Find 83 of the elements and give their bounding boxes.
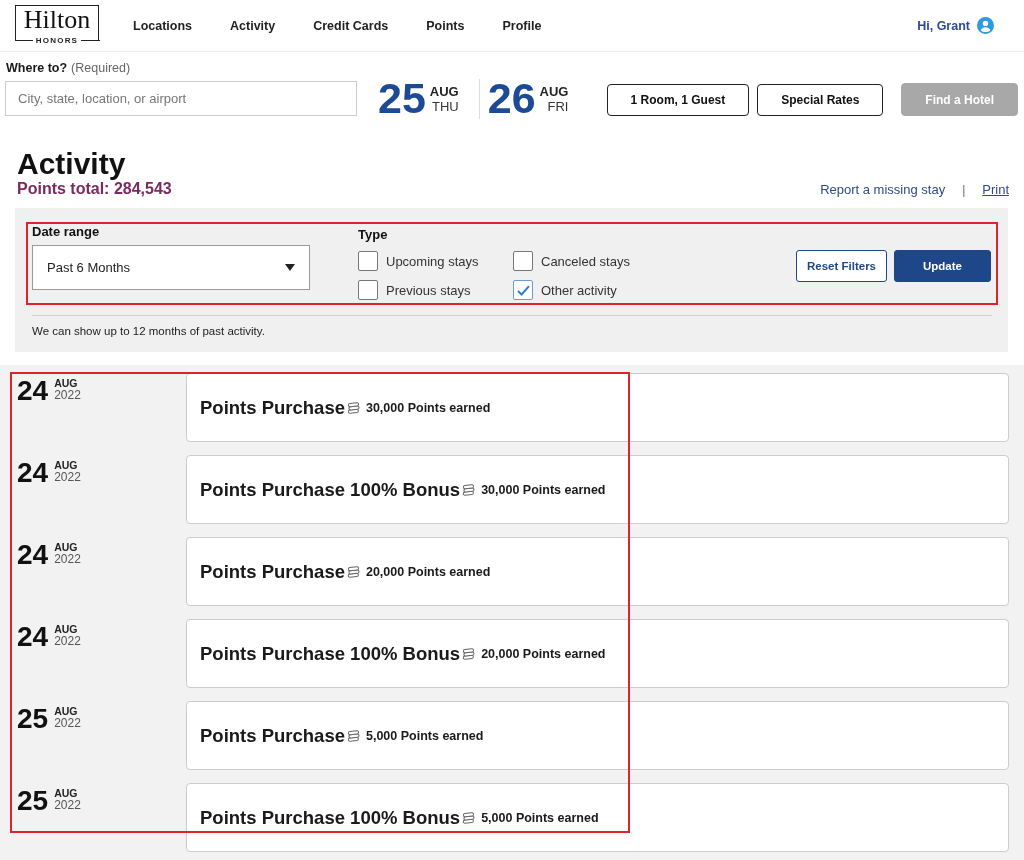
entry-month: AUG [54, 377, 79, 389]
filter-note: We can show up to 12 months of past activity. [32, 324, 265, 338]
coins-icon [346, 729, 360, 742]
search-option-button[interactable]: Special Rates [757, 84, 884, 116]
activity-card[interactable]: Points Purchase 100% Bonus 30,000 Points earned [186, 455, 1009, 524]
activity-card[interactable]: Points Purchase 100% Bonus 5,000 Points earned [186, 783, 1009, 852]
nav-link[interactable]: Activity [230, 18, 276, 33]
field-label: Date range [32, 224, 100, 239]
user-icon [977, 17, 994, 34]
activity-card[interactable]: Points Purchase 100% Bonus 20,000 Points earned [186, 619, 1009, 688]
page-title: Activity [17, 147, 126, 181]
field-label: Type [358, 227, 388, 242]
entry-day: 24 [17, 624, 49, 650]
checkbox-label: Other activity [541, 282, 617, 298]
nav-link[interactable]: Profile [502, 18, 542, 33]
points-total: Points total: 284,543 [17, 180, 172, 198]
activity-title: Points Purchase 100% Bonus [200, 806, 461, 829]
reset-button[interactable]: Reset Filters [796, 250, 887, 282]
nav-link[interactable]: Locations [133, 18, 193, 33]
activity-title: Points Purchase [200, 560, 345, 583]
entry-year: 2022 [54, 635, 81, 648]
entry-year: 2022 [54, 553, 81, 566]
points-earned: 5,000 Points earned [481, 810, 599, 825]
entry-day: 24 [17, 378, 49, 404]
activity-card[interactable]: Points Purchase 30,000 Points earned [186, 373, 1009, 442]
date-weekday: THU [432, 98, 459, 114]
entry-day: 25 [17, 706, 49, 732]
logo-wordmark: Hilton [23, 6, 91, 33]
points-earned: 5,000 Points earned [365, 728, 484, 743]
update-button[interactable]: Update [894, 250, 991, 282]
destination-field[interactable]: City, state, location, or airport [5, 81, 357, 116]
required-hint: (Required) [71, 61, 131, 75]
checkbox[interactable] [358, 251, 378, 271]
date-month: AUG [539, 83, 569, 99]
checkbox[interactable] [513, 280, 533, 300]
points-earned: 30,000 Points earned [365, 400, 491, 415]
search-option-button[interactable]: 1 Room, 1 Guest [606, 84, 750, 116]
checkbox[interactable] [358, 280, 378, 300]
date-weekday: FRI [547, 98, 569, 114]
caret-icon [285, 264, 295, 271]
activity-title: Points Purchase [200, 724, 345, 747]
entry-year: 2022 [54, 471, 81, 484]
entry-month: AUG [54, 459, 79, 471]
field-label: Where to? [6, 61, 68, 75]
entry-month: AUG [54, 705, 79, 717]
coins-icon [346, 401, 360, 414]
activity-title: Points Purchase 100% Bonus [200, 478, 461, 501]
entry-month: AUG [54, 787, 79, 799]
check-icon [516, 284, 530, 296]
date-day: 26 [487, 77, 536, 120]
entry-day: 24 [17, 460, 49, 486]
activity-card[interactable]: Points Purchase 5,000 Points earned [186, 701, 1009, 770]
entry-day: 25 [17, 788, 49, 814]
checkbox-label: Canceled stays [541, 253, 630, 269]
date-month: AUG [429, 83, 459, 99]
entry-month: AUG [54, 623, 79, 635]
activity-card[interactable]: Points Purchase 20,000 Points earned [186, 537, 1009, 606]
points-earned: 30,000 Points earned [481, 482, 606, 497]
points-earned: 20,000 Points earned [481, 646, 606, 661]
nav-link[interactable]: Points [426, 18, 465, 33]
text-link[interactable]: Report a missing stay [820, 182, 946, 197]
activity-title: Points Purchase 100% Bonus [200, 642, 461, 665]
coins-icon [346, 565, 360, 578]
text-link[interactable]: Print [982, 182, 1009, 197]
checkbox-label: Previous stays [386, 282, 471, 298]
entry-year: 2022 [54, 799, 81, 812]
date-range-select[interactable]: Past 6 Months [32, 245, 310, 290]
entry-year: 2022 [54, 389, 81, 402]
checkbox-label: Upcoming stays [386, 253, 479, 269]
coins-icon [462, 811, 476, 824]
entry-year: 2022 [54, 717, 81, 730]
logo-subtitle: HONORS [35, 35, 79, 46]
entry-day: 24 [17, 542, 49, 568]
activity-title: Points Purchase [200, 396, 345, 419]
account-button[interactable]: Hi, Grant [917, 17, 994, 34]
points-earned: 20,000 Points earned [365, 564, 491, 579]
nav-link[interactable]: Credit Cards [313, 18, 389, 33]
checkbox[interactable] [513, 251, 533, 271]
coins-icon [462, 647, 476, 660]
coins-icon [462, 483, 476, 496]
link-separator: | [962, 183, 966, 197]
date-day: 25 [378, 77, 426, 120]
entry-month: AUG [54, 541, 79, 553]
